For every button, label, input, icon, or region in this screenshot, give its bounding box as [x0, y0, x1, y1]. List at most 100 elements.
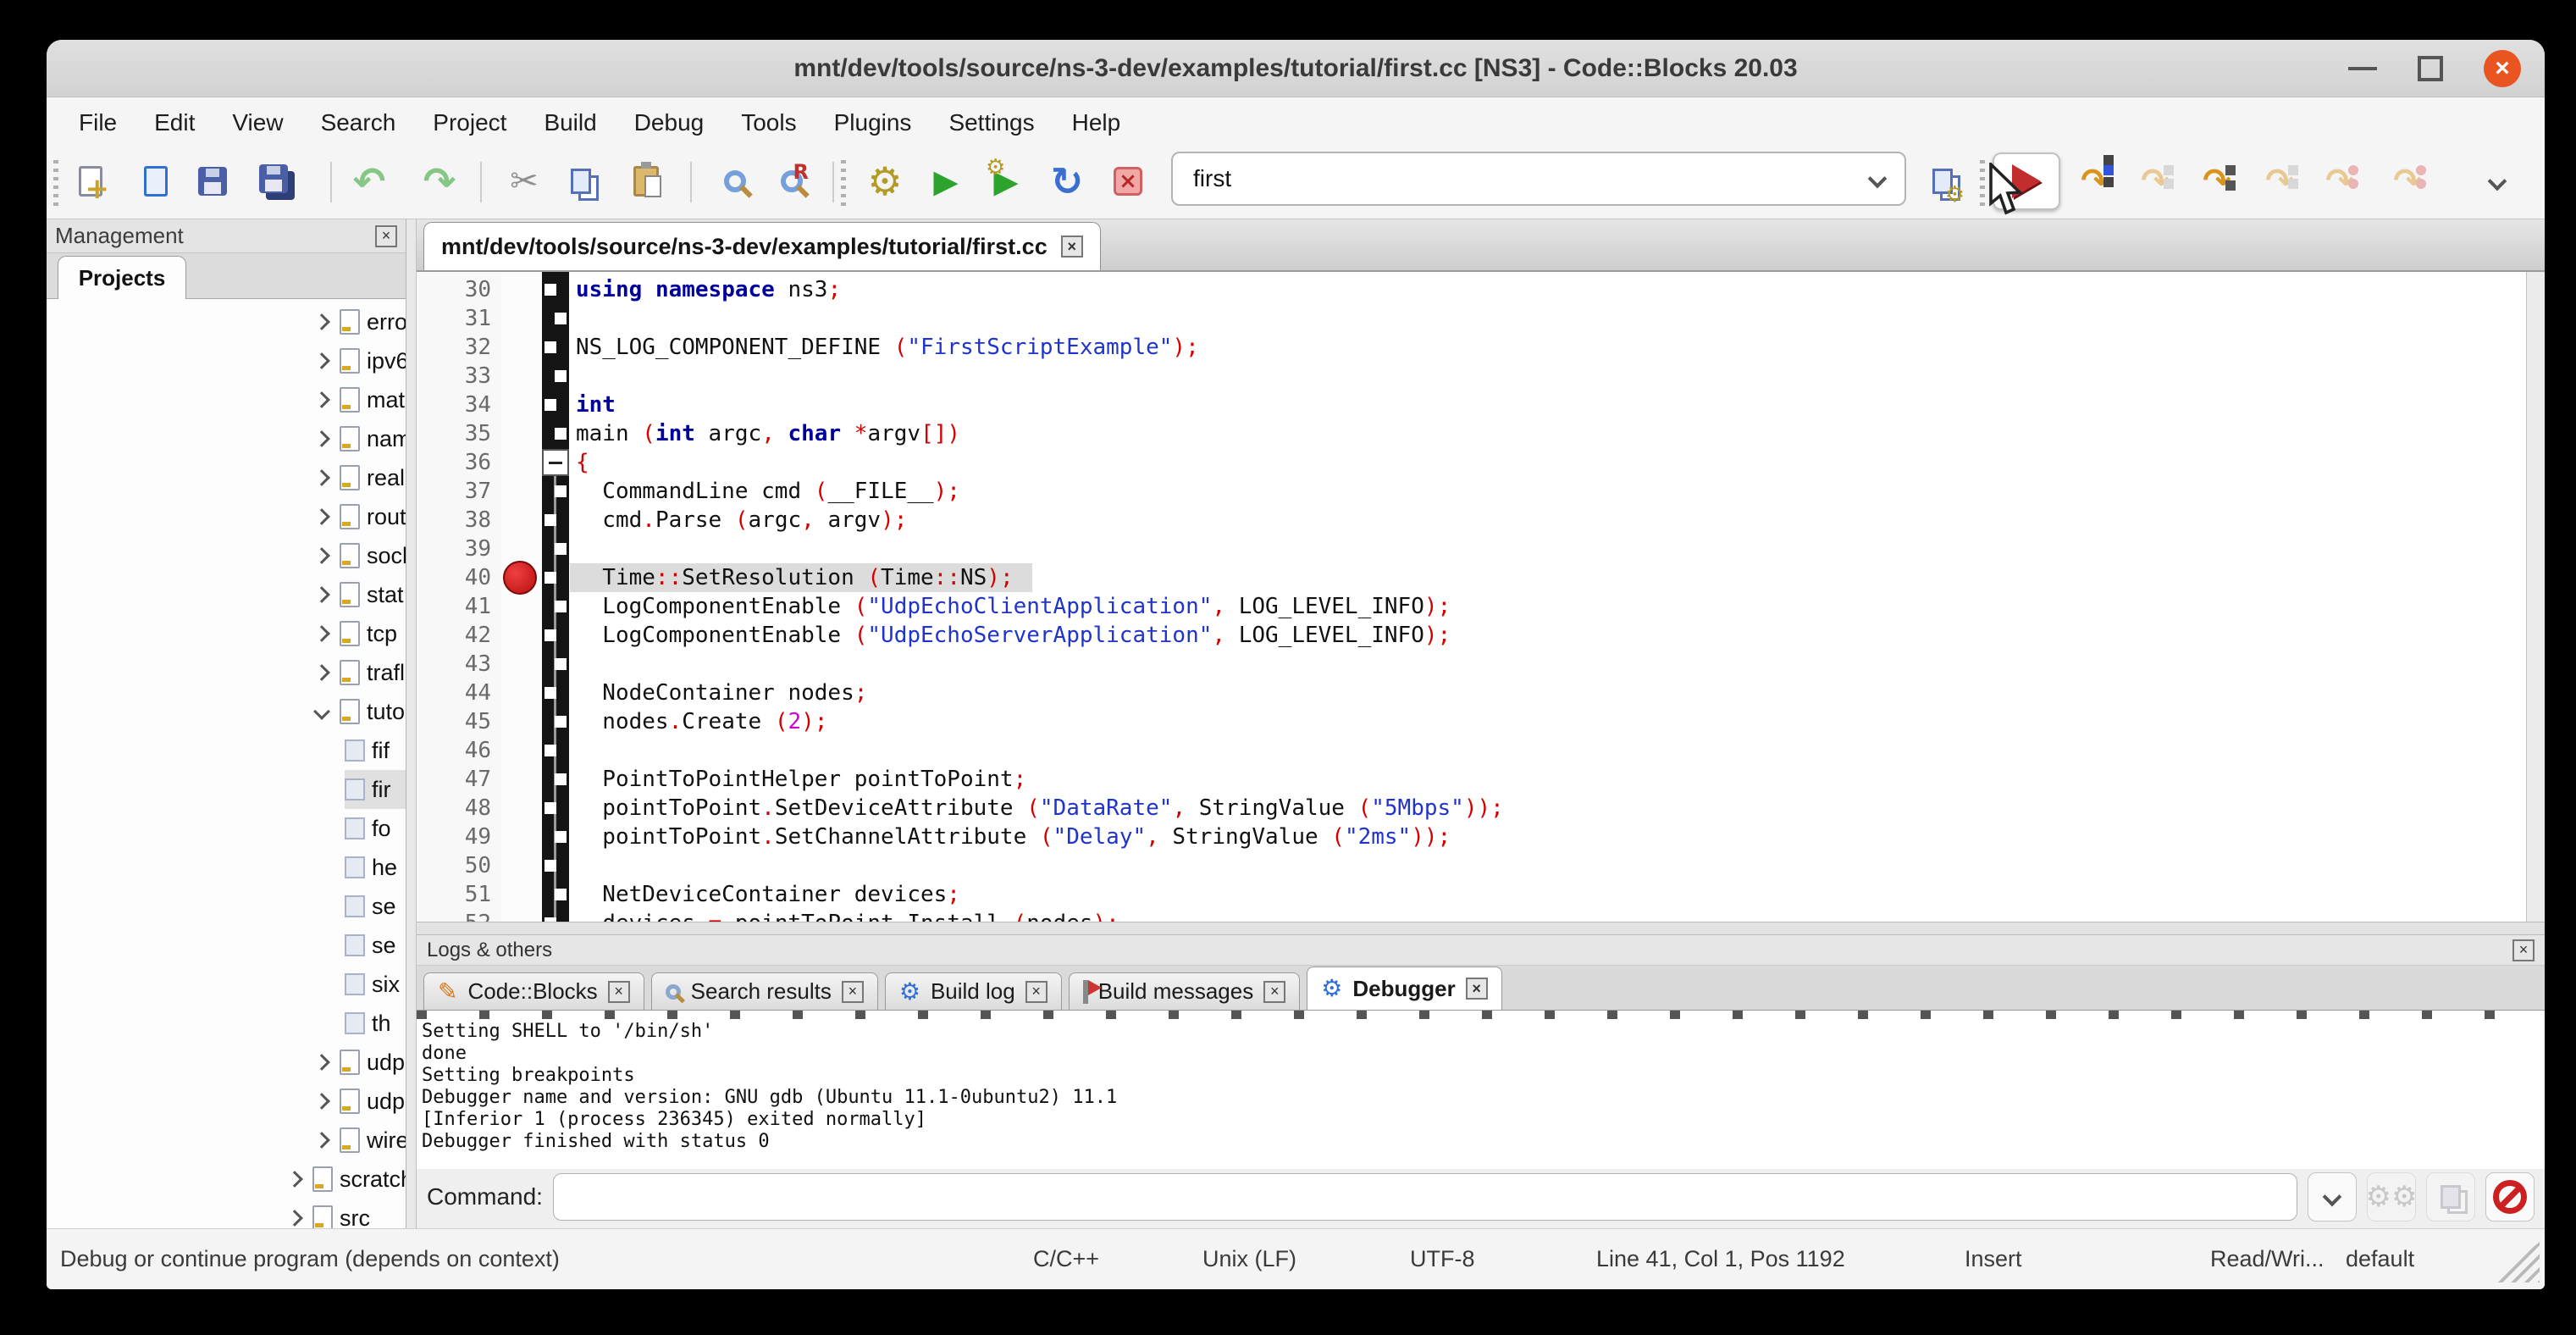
run-to-cursor-button[interactable]: ↷ — [2071, 155, 2119, 208]
tree-item-tcp[interactable]: tcp — [47, 614, 406, 653]
toolbar-grip[interactable] — [841, 160, 846, 206]
horizontal-splitter[interactable] — [417, 922, 2545, 935]
menu-plugins[interactable]: Plugins — [815, 109, 931, 136]
build-target-combo[interactable]: first — [1171, 152, 1906, 206]
stop-debugger-button[interactable] — [2485, 1172, 2535, 1221]
copy-button[interactable] — [557, 155, 605, 208]
chevron-right-icon[interactable] — [313, 586, 330, 603]
cut-button[interactable]: ✂ — [500, 155, 548, 208]
tree-item-sock[interactable]: sock — [47, 536, 406, 575]
tree-item-erro[interactable]: erro — [47, 302, 406, 341]
chevron-right-icon[interactable] — [313, 508, 330, 525]
tab-close-icon[interactable]: × — [608, 981, 630, 1003]
save-file-button[interactable] — [189, 155, 236, 208]
step-into-instruction-button[interactable]: ↷ — [2384, 155, 2431, 208]
resize-grip[interactable] — [2490, 1242, 2540, 1282]
titlebar[interactable]: mnt/dev/tools/source/ns-3-dev/examples/t… — [47, 40, 2545, 97]
tree-item-mat[interactable]: mat — [47, 380, 406, 419]
chevron-right-icon[interactable] — [313, 469, 330, 486]
open-file-button[interactable] — [132, 155, 180, 208]
chevron-right-icon[interactable] — [313, 625, 330, 642]
logs-tab-search-results[interactable]: Search results× — [651, 972, 878, 1010]
vertical-splitter[interactable] — [406, 219, 417, 1228]
tree-item-ipv6[interactable]: ipv6 — [47, 341, 406, 380]
chevron-down-icon[interactable] — [1868, 169, 1888, 189]
step-out-button[interactable]: ↷ — [2256, 155, 2303, 208]
tree-item-trafl[interactable]: trafl — [47, 653, 406, 692]
chevron-right-icon[interactable] — [313, 391, 330, 408]
editor-tab-first-cc[interactable]: mnt/dev/tools/source/ns-3-dev/examples/t… — [423, 222, 1101, 270]
debugger-output[interactable]: Setting SHELL to '/bin/sh'doneSetting br… — [417, 1010, 2545, 1169]
menu-build[interactable]: Build — [525, 109, 615, 136]
toolbar-grip[interactable] — [53, 160, 58, 206]
next-line-button[interactable]: ↷ — [2131, 155, 2179, 208]
menu-project[interactable]: Project — [414, 109, 525, 136]
redo-button[interactable]: ↷ — [416, 155, 463, 208]
chevron-right-icon[interactable] — [313, 430, 330, 447]
breakpoint-icon[interactable] — [503, 561, 537, 595]
tree-item-src[interactable]: src — [47, 1199, 406, 1228]
tab-projects[interactable]: Projects — [58, 256, 186, 299]
tab-close-icon[interactable]: × — [1025, 981, 1048, 1003]
tree-item-wire[interactable]: wire — [47, 1121, 406, 1160]
copy-log-button[interactable] — [2426, 1172, 2475, 1221]
debug-settings-button[interactable]: ⚙⚙ — [2367, 1172, 2416, 1221]
tree-item-udp[interactable]: udp — [47, 1043, 406, 1082]
run-button[interactable]: ▶ — [922, 155, 970, 208]
chevron-right-icon[interactable] — [313, 352, 330, 369]
menu-tools[interactable]: Tools — [722, 109, 815, 136]
tree-item-th[interactable]: th — [47, 1004, 406, 1043]
editor-vertical-scrollbar[interactable] — [2526, 272, 2545, 922]
undo-button[interactable]: ↶ — [345, 155, 393, 208]
build-and-run-button[interactable]: ▶⚙ — [982, 155, 1030, 208]
build-target-options-button[interactable]: ⚙ — [1919, 155, 1966, 208]
toolbar-grip[interactable] — [1980, 160, 1985, 206]
save-all-button[interactable] — [253, 155, 301, 208]
rebuild-button[interactable]: ↻ — [1043, 155, 1091, 208]
chevron-right-icon[interactable] — [313, 664, 330, 681]
logs-tab-code-blocks[interactable]: ✎Code::Blocks× — [423, 972, 644, 1010]
menu-file[interactable]: File — [60, 109, 135, 136]
tree-item-se[interactable]: se — [47, 887, 406, 926]
chevron-right-icon[interactable] — [313, 1093, 330, 1110]
command-history-dropdown[interactable] — [2308, 1172, 2357, 1221]
debug-toolbar-overflow[interactable] — [2474, 155, 2521, 208]
find-button[interactable] — [711, 155, 759, 208]
paste-button[interactable] — [622, 155, 670, 208]
maximize-button[interactable] — [2418, 56, 2443, 81]
chevron-right-icon[interactable] — [286, 1210, 303, 1227]
fold-collapse-icon[interactable] — [542, 449, 569, 476]
tab-close-icon[interactable]: × — [1263, 981, 1285, 1003]
tree-item-fif[interactable]: fif — [47, 731, 406, 770]
tree-item-rout[interactable]: rout — [47, 497, 406, 536]
tree-item-scratch[interactable]: scratch — [47, 1160, 406, 1199]
chevron-right-icon[interactable] — [313, 313, 330, 330]
logs-tab-build-log[interactable]: ⚙Build log× — [885, 972, 1062, 1010]
tab-close-icon[interactable]: × — [1466, 978, 1488, 1000]
menu-view[interactable]: View — [213, 109, 301, 136]
tree-item-stat[interactable]: stat — [47, 575, 406, 614]
code-editor[interactable]: 30using namespace ns3;3132NS_LOG_COMPONE… — [417, 272, 2545, 922]
replace-button[interactable]: R — [768, 155, 815, 208]
menu-debug[interactable]: Debug — [616, 109, 723, 136]
tree-item-nam[interactable]: nam — [47, 419, 406, 458]
tree-item-fir[interactable]: fir — [47, 770, 406, 809]
editor-tab-close-icon[interactable]: × — [1061, 235, 1083, 258]
logs-tab-build-messages[interactable]: Build messages× — [1069, 972, 1301, 1010]
chevron-right-icon[interactable] — [313, 1132, 330, 1149]
tree-item-se[interactable]: se — [47, 926, 406, 965]
tab-close-icon[interactable]: × — [842, 981, 864, 1003]
tree-item-fo[interactable]: fo — [47, 809, 406, 848]
chevron-right-icon[interactable] — [286, 1171, 303, 1188]
next-instruction-button[interactable]: ↷ — [2316, 155, 2363, 208]
chevron-right-icon[interactable] — [313, 547, 330, 564]
logs-close-icon[interactable]: × — [2512, 939, 2535, 961]
command-input[interactable] — [553, 1173, 2297, 1221]
menu-search[interactable]: Search — [302, 109, 415, 136]
tree-item-reall[interactable]: reall — [47, 458, 406, 497]
step-into-button[interactable]: ↷ — [2193, 155, 2241, 208]
close-button[interactable]: × — [2484, 50, 2521, 87]
tree-item-he[interactable]: he — [47, 848, 406, 887]
project-tree[interactable]: erroipv6matnamreallroutsockstattcptrafl t… — [47, 299, 406, 1228]
build-button[interactable]: ⚙ — [861, 155, 909, 208]
